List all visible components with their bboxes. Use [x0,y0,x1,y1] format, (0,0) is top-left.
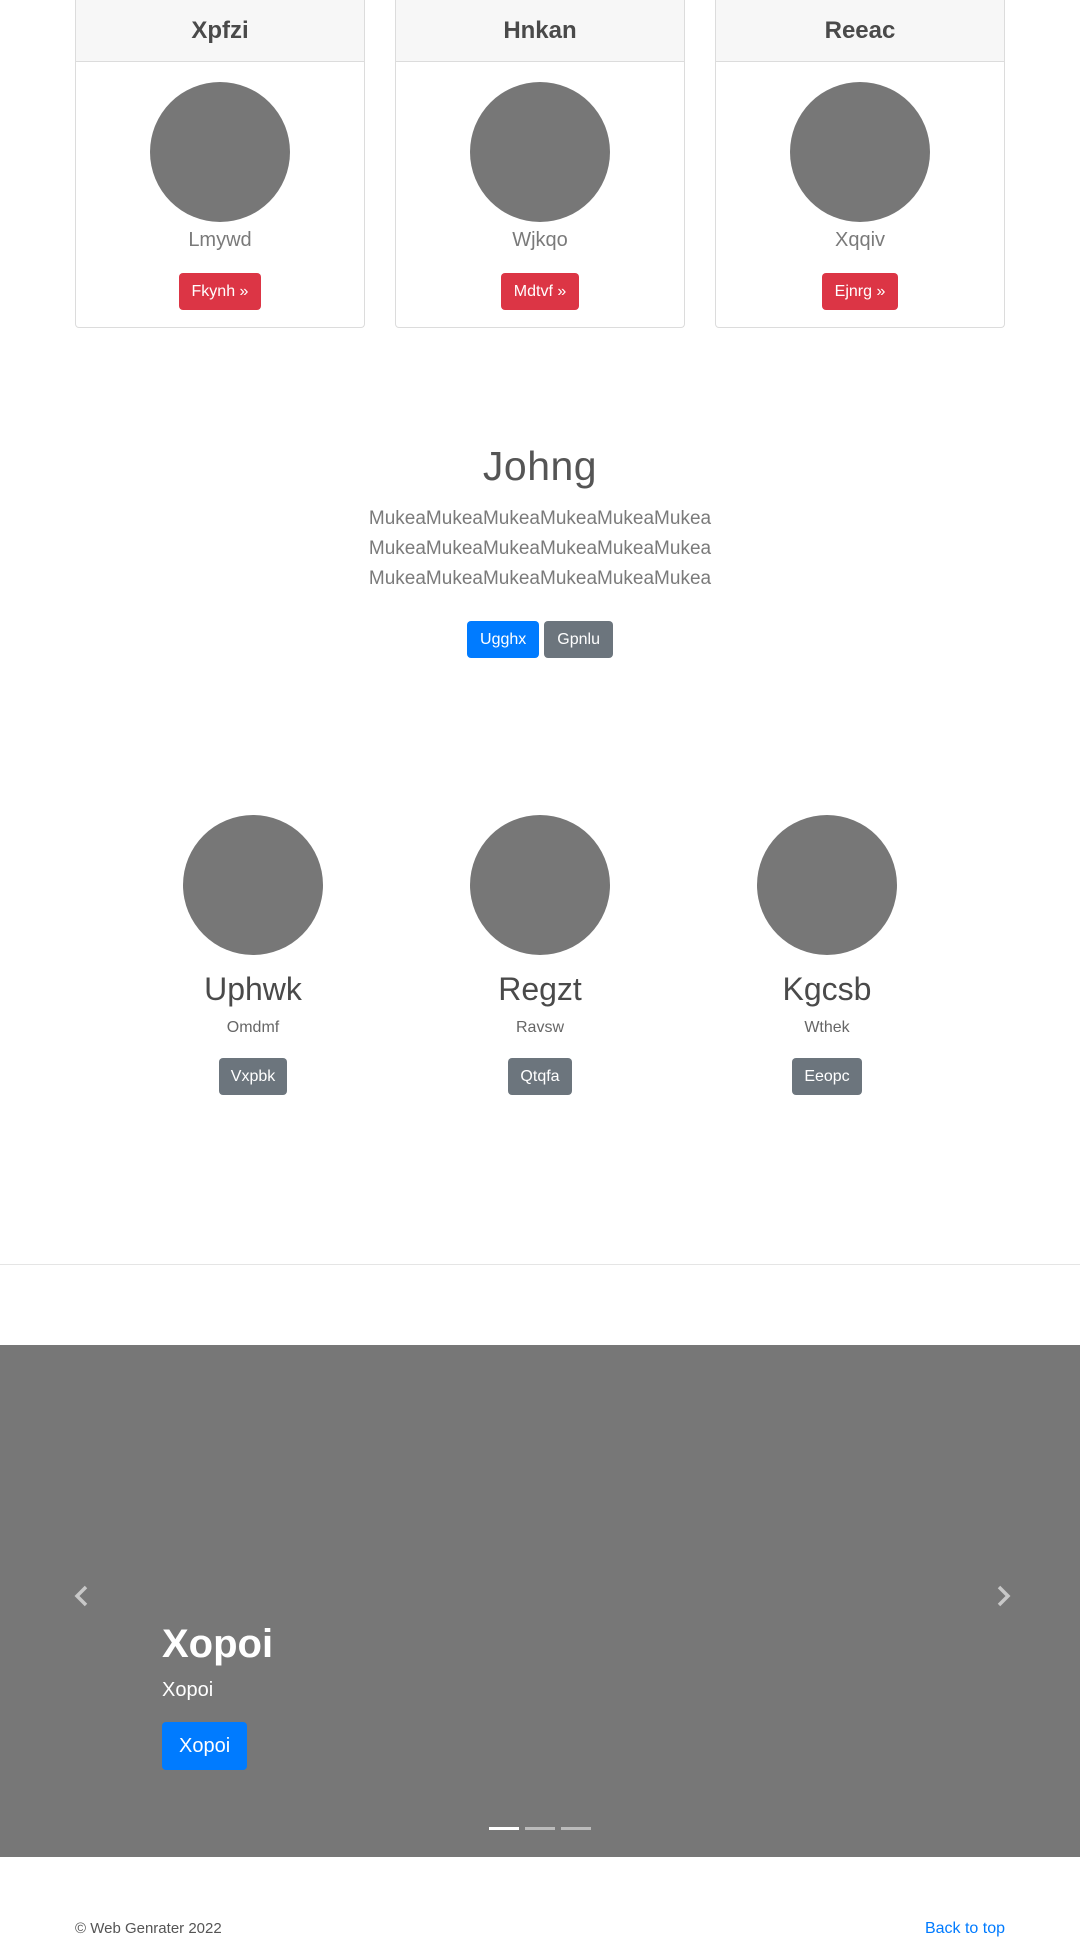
card-image-placeholder [790,82,930,222]
carousel-next-control[interactable] [988,1581,1018,1611]
marketing-text: Wthek [804,1019,850,1036]
marketing-text: Ravsw [515,1019,564,1036]
marketing-image-placeholder [757,815,897,955]
jumbotron-primary-button[interactable]: Ugghx [467,621,540,658]
card-title: Xpfzi [76,0,364,62]
carousel-indicators [0,1827,1080,1830]
card-1-button[interactable]: Fkynh » [178,273,262,310]
jumbotron: Johng MukeaMukeaMukeaMukeaMukeaMukeaMuke… [0,436,1080,658]
carousel-indicator-3[interactable] [561,1827,591,1830]
jumbotron-secondary-button[interactable]: Gpnlu [544,621,613,658]
card-title: Reeac [716,0,1004,62]
marketing-column-3: Kgcsb Wthek Eeopc [707,815,947,1095]
marketing-1-button[interactable]: Vxpbk [218,1058,288,1095]
marketing-heading: Kgcsb [782,971,872,1007]
back-to-top-link[interactable]: Back to top [925,1920,1005,1938]
carousel-heading: Xopoi [162,1622,274,1666]
card-image-placeholder [470,82,610,222]
card-text: Wjkqo [512,229,568,251]
card-title: Hnkan [396,0,684,62]
card-1: Xpfzi Lmywd Fkynh » [75,0,365,328]
marketing-3-button[interactable]: Eeopc [792,1058,862,1095]
footer: © Web Genrater 2022 Back to top [75,1920,1005,1938]
footer-copyright: © Web Genrater 2022 [75,1920,222,1937]
card-text: Lmywd [188,229,252,251]
card-2-button[interactable]: Mdtvf » [500,273,580,310]
carousel-caption: Xopoi Xopoi Xopoi [162,1620,273,1770]
carousel: Xopoi Xopoi Xopoi [0,1345,1080,1857]
jumbotron-heading: Johng [482,443,598,489]
pricing-cards: Xpfzi Lmywd Fkynh » Hnkan Wjkqo Mdtvf » … [75,0,1005,328]
marketing-image-placeholder [183,815,323,955]
marketing-image-placeholder [470,815,610,955]
marketing-text: Omdmf [226,1019,280,1036]
marketing-heading: Uphwk [204,971,302,1007]
chevron-left-icon [74,1585,88,1607]
card-3: Reeac Xqqiv Ejnrg » [715,0,1005,328]
marketing-row: Uphwk Omdmf Vxpbk Regzt Ravsw Qtqfa Kgcs… [0,815,1080,1095]
carousel-indicator-2[interactable] [525,1827,555,1830]
card-3-button[interactable]: Ejnrg » [821,273,899,310]
section-divider [0,1264,1080,1265]
marketing-column-2: Regzt Ravsw Qtqfa [420,815,660,1095]
jumbotron-lead: MukeaMukeaMukeaMukeaMukeaMukeaMukeaMukea… [368,508,712,589]
carousel-text: Xopoi [162,1679,214,1701]
jumbotron-actions: Ugghx Gpnlu [0,621,1080,658]
marketing-column-1: Uphwk Omdmf Vxpbk [133,815,373,1095]
chevron-right-icon [997,1585,1011,1607]
card-image-placeholder [150,82,290,222]
carousel-indicator-1[interactable] [489,1827,519,1830]
carousel-prev-control[interactable] [67,1581,97,1611]
card-text: Xqqiv [834,229,886,251]
marketing-heading: Regzt [498,971,582,1007]
card-2: Hnkan Wjkqo Mdtvf » [395,0,685,328]
marketing-2-button[interactable]: Qtqfa [508,1058,572,1095]
carousel-button[interactable]: Xopoi [162,1722,248,1770]
